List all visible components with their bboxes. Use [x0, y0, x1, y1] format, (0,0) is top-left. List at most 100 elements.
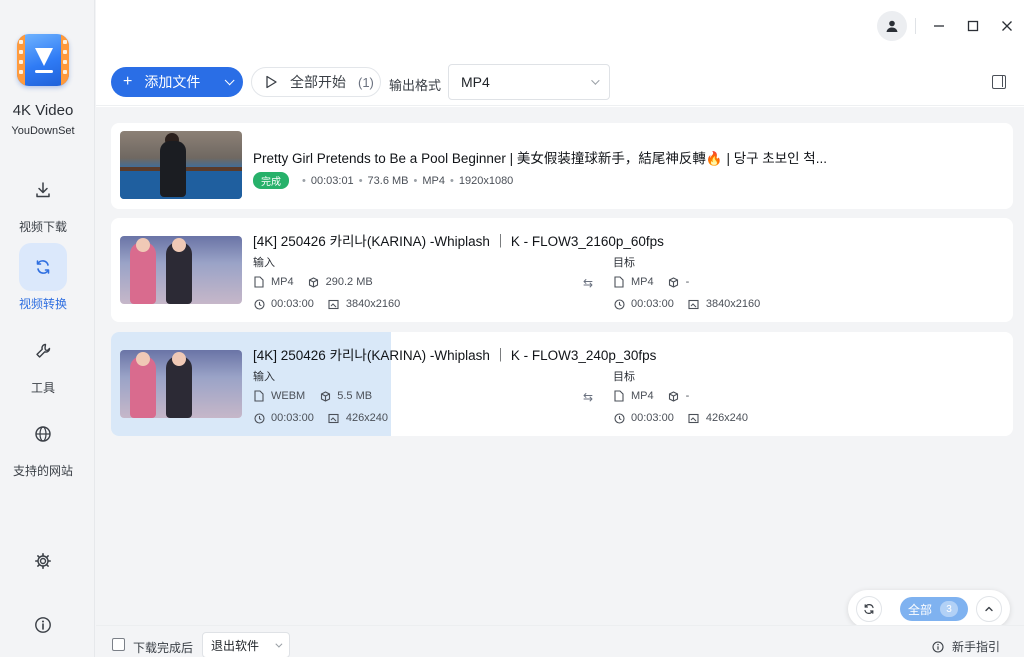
video-thumbnail	[120, 236, 242, 304]
gear-icon[interactable]	[27, 545, 59, 577]
output-format-value: MP4	[461, 74, 490, 90]
wrench-icon	[19, 327, 67, 375]
globe-icon	[19, 410, 67, 458]
minimize-icon[interactable]	[922, 10, 956, 42]
task-title: [4K] 250426 카리나(KARINA) -Whiplash ｜ K - …	[253, 234, 664, 249]
target-format: MP4	[631, 390, 654, 402]
output-format-select[interactable]: MP4	[448, 64, 610, 100]
close-icon[interactable]	[990, 10, 1024, 42]
sidebar-item-supported-sites[interactable]: 支持的网站	[0, 410, 86, 479]
file-icon	[613, 390, 625, 402]
video-thumbnail	[120, 131, 242, 199]
target-duration: 00:03:00	[631, 298, 674, 310]
cube-icon	[319, 390, 331, 402]
file-icon	[253, 276, 265, 288]
filter-all-label: 全部	[908, 602, 933, 617]
target-info-row-1: MP4 -	[613, 390, 689, 402]
user-icon[interactable]	[877, 11, 907, 41]
task-title: [4K] 250426 카리나(KARINA) -Whiplash ｜ K - …	[253, 348, 657, 363]
start-all-label: 全部开始	[290, 74, 346, 90]
input-info-row-2: 00:03:00 426x240	[253, 412, 388, 424]
target-label: 目标	[613, 371, 635, 383]
video-thumbnail	[120, 350, 242, 418]
refresh-icon	[19, 243, 67, 291]
task-card[interactable]: Pretty Girl Pretends to Be a Pool Beginn…	[111, 123, 1013, 209]
after-download-checkbox[interactable]	[112, 638, 125, 651]
input-resolution: 3840x2160	[345, 298, 401, 310]
sidebar-item-label: 视频下载	[18, 220, 67, 234]
app-subtitle: YouDownSet	[11, 125, 75, 137]
floating-controls: 全部 3	[848, 590, 1010, 628]
task-card[interactable]: [4K] 250426 카리나(KARINA) -Whiplash ｜ K - …	[111, 332, 1013, 436]
resolution-icon	[328, 412, 340, 424]
filter-all-button[interactable]: 全部 3	[900, 597, 968, 621]
beginner-guide-link[interactable]: 新手指引	[932, 638, 1000, 655]
target-duration: 00:03:00	[631, 412, 674, 424]
task-resolution: 1920x1080	[458, 174, 514, 187]
after-download-value: 退出软件	[211, 638, 260, 653]
file-icon	[613, 276, 625, 288]
input-size: 5.5 MB	[337, 390, 373, 402]
toolbar: + 添加文件 全部开始 (1) 输出格式 MP4	[96, 60, 1024, 106]
chevron-down-icon	[224, 74, 235, 85]
main-area: + 添加文件 全部开始 (1) 输出格式 MP4 Pretty Girl Pre…	[96, 0, 1024, 657]
clock-icon	[613, 412, 625, 424]
target-resolution: 426x240	[705, 412, 749, 424]
chevron-up-icon[interactable]	[976, 596, 1002, 622]
sidebar-item-label: 工具	[30, 381, 55, 395]
cube-icon	[308, 276, 320, 288]
info-icon[interactable]	[27, 609, 59, 641]
target-format: MP4	[631, 276, 654, 288]
beginner-guide-label: 新手指引	[951, 640, 1000, 654]
sidebar-item-video-convert[interactable]: 视频转换	[0, 243, 86, 312]
sidebar-item-tools[interactable]: 工具	[0, 327, 86, 396]
target-info-row-2: 00:03:00 3840x2160	[613, 298, 760, 310]
clock-icon	[613, 298, 625, 310]
sidebar: 4K Video YouDownSet 视频下载 视频转换 工具 支持的网站	[0, 0, 95, 657]
window-controls	[877, 10, 1024, 42]
resolution-icon	[328, 298, 340, 310]
filter-all-count: 3	[940, 601, 959, 617]
divider	[915, 18, 916, 34]
target-resolution: 3840x2160	[705, 298, 761, 310]
output-format-label: 输出格式	[389, 78, 442, 93]
input-format: WEBM	[271, 390, 306, 402]
cube-icon	[668, 390, 680, 402]
task-meta: 完成 • 00:03:01 • 73.6 MB • MP4 • 1920x108…	[253, 172, 513, 189]
app-name: 4K Video	[12, 102, 74, 119]
resolution-icon	[688, 298, 700, 310]
convert-arrow-icon: ⇆	[583, 276, 594, 290]
panel-toggle-icon[interactable]	[992, 75, 1006, 89]
cube-icon	[668, 276, 680, 288]
file-icon	[253, 390, 265, 402]
sidebar-item-video-download[interactable]: 视频下载	[0, 166, 86, 235]
chevron-down-icon	[591, 76, 600, 85]
input-resolution: 426x240	[345, 412, 389, 424]
input-duration: 00:03:00	[271, 298, 314, 310]
start-all-button[interactable]: 全部开始 (1)	[251, 67, 381, 97]
status-badge: 完成	[253, 172, 289, 189]
task-title: Pretty Girl Pretends to Be a Pool Beginn…	[253, 151, 827, 166]
play-icon	[266, 75, 277, 89]
maximize-icon[interactable]	[956, 10, 990, 42]
input-info-row-1: WEBM 5.5 MB	[253, 390, 372, 402]
input-label: 输入	[253, 257, 275, 269]
target-label: 目标	[613, 257, 635, 269]
task-card[interactable]: [4K] 250426 카리나(KARINA) -Whiplash ｜ K - …	[111, 218, 1013, 322]
sidebar-item-label: 支持的网站	[12, 464, 73, 478]
info-icon	[932, 640, 944, 653]
input-label: 输入	[253, 371, 275, 383]
add-file-button[interactable]: + 添加文件	[111, 67, 243, 97]
after-download-select[interactable]: 退出软件	[202, 632, 290, 657]
input-info-row-2: 00:03:00 3840x2160	[253, 298, 400, 310]
chevron-down-icon	[275, 640, 283, 648]
task-list: Pretty Girl Pretends to Be a Pool Beginn…	[96, 107, 1024, 625]
task-size: 73.6 MB	[367, 174, 409, 187]
app-logo	[17, 34, 69, 86]
target-info-row-1: MP4 -	[613, 276, 689, 288]
add-file-label: 添加文件	[144, 74, 201, 90]
target-size: -	[685, 276, 690, 288]
footer: 下载完成后 退出软件 新手指引	[96, 625, 1024, 657]
target-size: -	[685, 390, 690, 402]
refresh-icon[interactable]	[856, 596, 882, 622]
